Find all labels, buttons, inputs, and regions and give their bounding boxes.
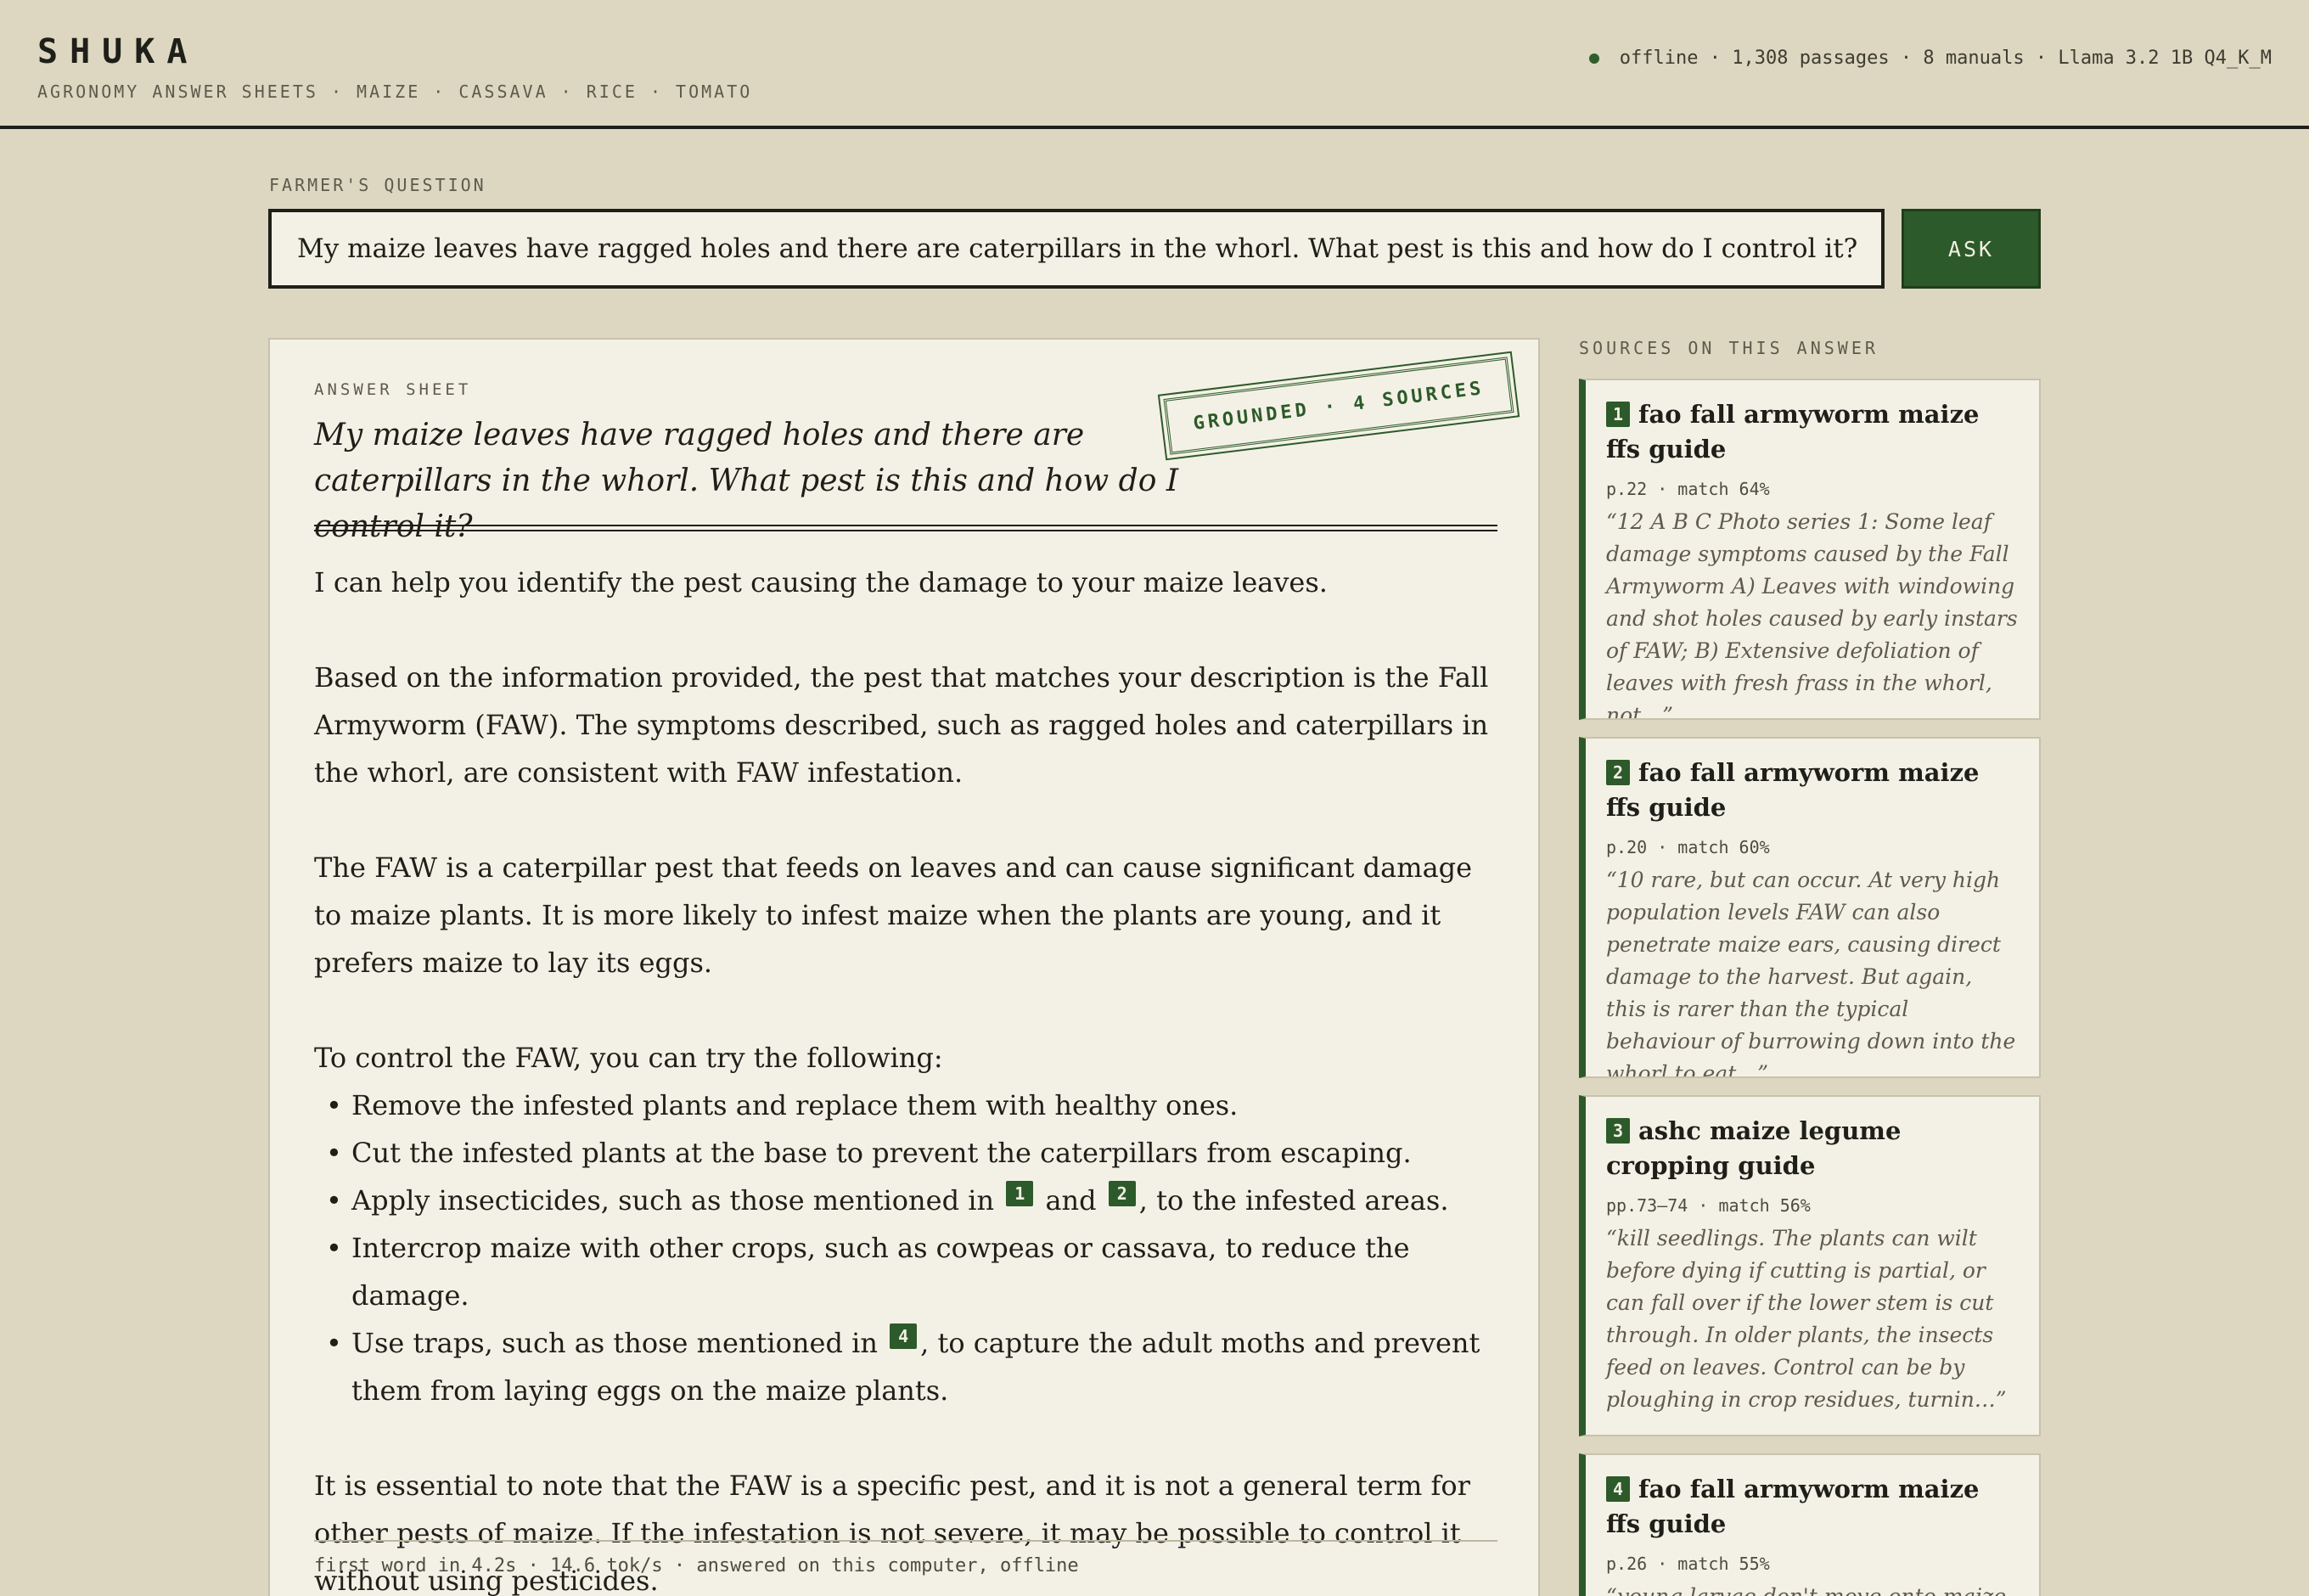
list-item: • Intercrop maize with other crops, such … (326, 1232, 1410, 1312)
source-title: 3 ashc maize legume cropping guide (1606, 1116, 1902, 1180)
brand-logo-text: SHUKA (37, 32, 199, 71)
source-quote: “12 A B C Photo series 1: Some leaf dama… (1606, 509, 2018, 720)
source-title: 4 fao fall armyworm maize ffs guide (1606, 1475, 1980, 1538)
answer-paragraph: Based on the information provided, the p… (314, 661, 1489, 789)
source-card-2[interactable]: 2 fao fall armyworm maize ffs guide p.20 … (1579, 737, 2041, 1078)
source-meta: p.22 · match 64% (1606, 479, 1770, 499)
source-number-badge: 4 (1606, 1476, 1630, 1502)
control-list: • Remove the infested plants and replace … (314, 1082, 1497, 1414)
source-title: 2 fao fall armyworm maize ffs guide (1606, 758, 1980, 822)
source-meta: p.20 · match 60% (1606, 837, 1770, 857)
citation-badge-1[interactable]: 1 (1006, 1181, 1034, 1206)
question-input[interactable]: My maize leaves have ragged holes and th… (268, 209, 1885, 289)
list-item: • Use traps, such as those mentioned in 4… (314, 1319, 1497, 1414)
source-quote: “kill seedlings. The plants can wilt bef… (1606, 1226, 2007, 1412)
answer-paragraph: To control the FAW, you can try the foll… (314, 1042, 943, 1074)
answer-body: I can help you identify the pest causing… (314, 559, 1497, 1596)
brand-tagline: AGRONOMY ANSWER SHEETS · MAIZE · CASSAVA… (37, 81, 753, 102)
footer-divider (314, 1540, 1497, 1542)
source-quote: “10 rare, but can occur. At very high po… (1606, 868, 2016, 1078)
list-item: • Cut the infested plants at the base to … (326, 1137, 1412, 1169)
source-number-badge: 3 (1606, 1118, 1630, 1144)
status-bar: offline · 1,308 passages · 8 manuals · L… (1588, 48, 2272, 69)
source-card-1[interactable]: 1 fao fall armyworm maize ffs guide p.22 … (1579, 379, 2041, 720)
list-item: • Apply insecticides, such as those menti… (314, 1177, 1497, 1224)
sources-label: SOURCES ON THIS ANSWER (1579, 338, 1879, 358)
source-card-3[interactable]: 3 ashc maize legume cropping guide pp.73–… (1579, 1095, 2041, 1436)
question-label: FARMER'S QUESTION (269, 175, 486, 195)
answer-paragraph: The FAW is a caterpillar pest that feeds… (314, 851, 1473, 979)
citation-badge-2[interactable]: 2 (1108, 1181, 1136, 1206)
answer-divider (314, 525, 1497, 531)
ask-button[interactable]: ASK (1902, 209, 2041, 289)
answer-sheet-label: ANSWER SHEET (314, 380, 472, 399)
status-dot-icon (1588, 53, 1599, 64)
source-meta: pp.73–74 · match 56% (1606, 1195, 1811, 1216)
answer-footer-stats: first word in 4.2s · 14.6 tok/s · answer… (314, 1555, 1079, 1576)
source-meta: p.26 · match 55% (1606, 1554, 1770, 1574)
answer-paragraph: I can help you identify the pest causing… (314, 566, 1328, 598)
grounded-stamp: GROUNDED · 4 SOURCES (1158, 347, 1520, 464)
source-quote: “young larvae don't move onto maize (1606, 1581, 2019, 1596)
status-text: offline · 1,308 passages · 8 manuals · L… (1619, 48, 2272, 69)
source-card-4[interactable]: 4 fao fall armyworm maize ffs guide p.26 … (1579, 1453, 2041, 1596)
list-item: • Remove the infested plants and replace … (326, 1089, 1239, 1121)
citation-badge-4[interactable]: 4 (890, 1323, 918, 1349)
app-header: SHUKA AGRONOMY ANSWER SHEETS · MAIZE · C… (0, 0, 2309, 129)
source-number-badge: 2 (1606, 760, 1630, 785)
source-title: 1 fao fall armyworm maize ffs guide (1606, 400, 1980, 464)
source-number-badge: 1 (1606, 402, 1630, 427)
answer-sheet: ANSWER SHEET GROUNDED · 4 SOURCES My mai… (268, 338, 1540, 1596)
